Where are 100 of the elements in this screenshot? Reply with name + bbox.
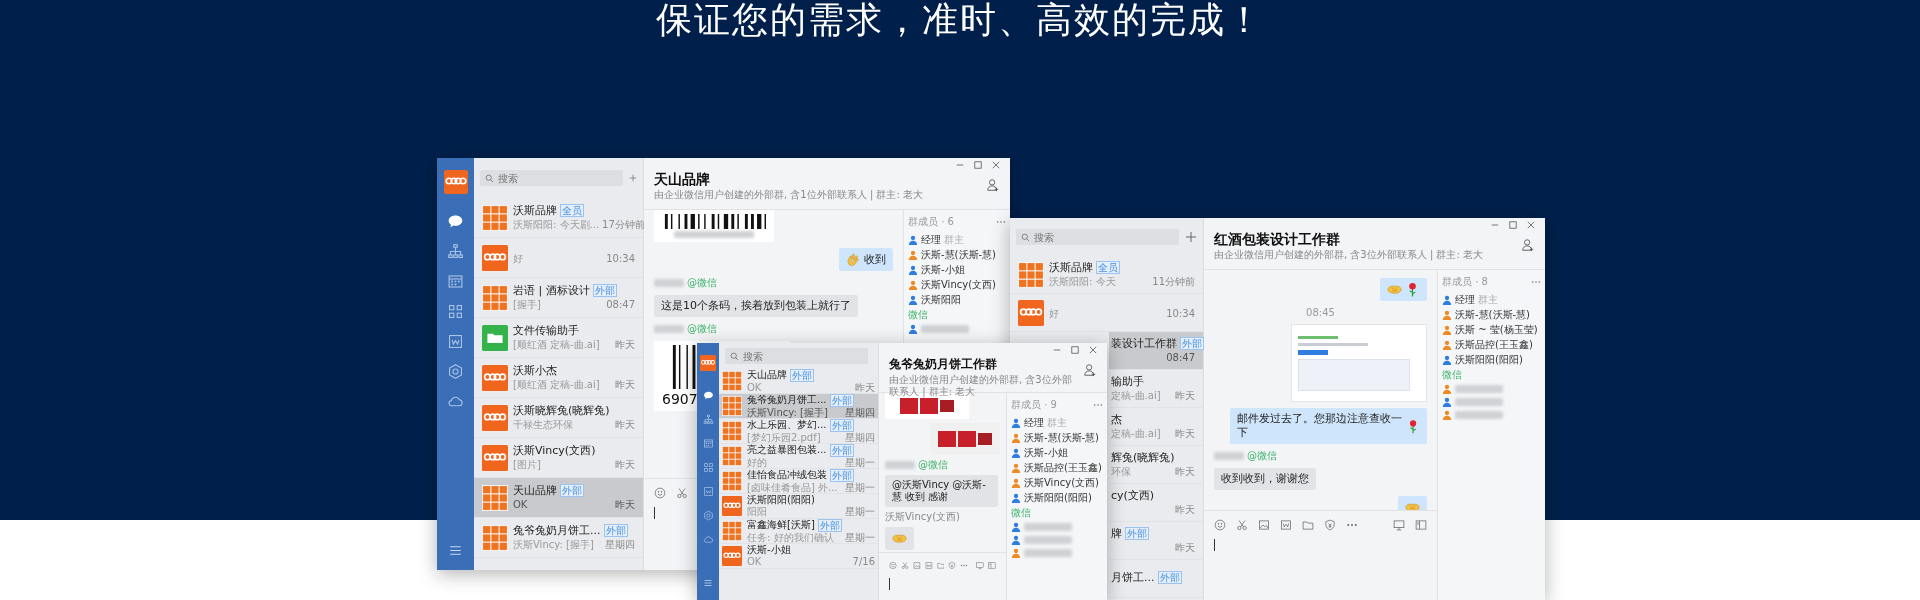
hexagon-icon[interactable] bbox=[447, 363, 464, 380]
conversation-item[interactable]: 沃斯晓辉兔(晓辉兔) 千禄生态环保 昨天 bbox=[474, 398, 643, 438]
timestamp: 昨天 bbox=[1175, 389, 1195, 402]
conversation-item[interactable]: 沃斯小杰 [顺红酒 定稿-曲.ai] 昨天 bbox=[474, 358, 643, 398]
tag-label: 外部 bbox=[1125, 527, 1149, 540]
conversation-item[interactable]: 天山品牌 外部 OK 昨天 bbox=[474, 478, 643, 518]
maximize-icon[interactable] bbox=[974, 161, 982, 169]
message-preview: 好的 bbox=[747, 456, 767, 469]
conversation-item[interactable]: 输助手 定稿-曲.ai] 昨天 bbox=[1109, 370, 1203, 408]
conversation-item[interactable]: 文件传输助手 [顺红酒 定稿-曲.ai] 昨天 bbox=[474, 318, 643, 358]
tile-grid-icon bbox=[722, 396, 742, 416]
tag-label: 外部 bbox=[603, 524, 628, 537]
close-icon[interactable] bbox=[1089, 346, 1097, 354]
document-icon[interactable] bbox=[1280, 519, 1292, 531]
document-icon[interactable] bbox=[702, 486, 714, 497]
product-photo bbox=[930, 423, 1000, 455]
org-chart-icon[interactable] bbox=[447, 243, 464, 260]
screen-share-icon[interactable] bbox=[976, 561, 985, 570]
conversation-item[interactable]: 岩语 | 酒标设计 外部 [握手] 08:47 bbox=[474, 278, 643, 318]
member-count: 群成员 · 8 bbox=[1442, 276, 1488, 288]
grid-icon[interactable] bbox=[702, 462, 714, 473]
message-preview: 定稿-曲.ai] bbox=[1111, 427, 1161, 440]
add-member-icon[interactable] bbox=[1083, 363, 1097, 377]
menu-icon[interactable] bbox=[448, 543, 463, 558]
image-icon[interactable] bbox=[1258, 519, 1270, 531]
tag-label: 全员 bbox=[560, 204, 584, 217]
menu-icon[interactable] bbox=[703, 578, 713, 588]
timestamp: 10:34 bbox=[606, 252, 635, 265]
folder-icon[interactable] bbox=[1302, 519, 1314, 531]
message-text: 这是10个条码，挨着放到包装上就行了 bbox=[661, 299, 851, 313]
conversation-item[interactable]: 水上乐园、梦幻... 外部 [梦幻乐园2.pdf] 星期四 bbox=[719, 419, 878, 444]
emoji-icon[interactable] bbox=[889, 561, 897, 570]
chat-icon[interactable] bbox=[702, 390, 714, 401]
conversation-name: 岩语 | 酒标设计 bbox=[513, 284, 590, 297]
close-icon[interactable] bbox=[992, 161, 1000, 169]
add-member-icon[interactable] bbox=[1521, 238, 1535, 252]
org-chart-icon[interactable] bbox=[702, 414, 714, 425]
conversation-item[interactable]: 装设计工作群 外部 08:47 bbox=[1109, 332, 1203, 370]
screen-share-icon[interactable] bbox=[1393, 519, 1405, 531]
conversation-name: 亮之益暴图包装... bbox=[747, 444, 827, 456]
grid-icon[interactable] bbox=[447, 303, 464, 320]
conversation-item[interactable]: 沃斯品牌 全员 沃斯阳阳: 今天 11分钟前 bbox=[1010, 256, 1203, 294]
shield-icon[interactable] bbox=[948, 561, 957, 570]
conversation-item[interactable]: cy(文西) 昨天 bbox=[1109, 484, 1203, 522]
timestamp: 昨天 bbox=[615, 458, 635, 471]
conversation-item[interactable]: 沃斯-小姐 OK 7/16 bbox=[719, 544, 878, 569]
search-field[interactable]: 搜索 bbox=[480, 170, 623, 186]
search-field[interactable]: 搜索 bbox=[1016, 229, 1179, 245]
plus-icon[interactable] bbox=[1185, 231, 1197, 243]
message-preview: 定稿-曲.ai] bbox=[1111, 389, 1161, 402]
shield-icon[interactable] bbox=[1324, 519, 1336, 531]
side-panel-icon[interactable] bbox=[1415, 519, 1427, 531]
plus-icon[interactable] bbox=[629, 172, 637, 184]
timestamp: 昨天 bbox=[1175, 542, 1195, 554]
scissors-icon[interactable] bbox=[900, 561, 909, 570]
cloud-icon[interactable] bbox=[702, 534, 714, 545]
more-icon[interactable] bbox=[960, 561, 969, 570]
timestamp: 昨天 bbox=[615, 499, 635, 511]
source-label: @微信 bbox=[687, 323, 717, 335]
member-name: 沃斯-小姐 bbox=[921, 264, 965, 276]
emoji-icon[interactable] bbox=[654, 487, 666, 499]
more-icon[interactable] bbox=[1531, 280, 1541, 284]
conversation-item[interactable]: 杰 定稿-曲.ai] 昨天 bbox=[1109, 408, 1203, 446]
close-icon[interactable] bbox=[1527, 221, 1535, 229]
scissors-icon[interactable] bbox=[676, 487, 688, 499]
member-name: 沃斯阳阳(阳阳) bbox=[1024, 492, 1092, 504]
image-icon[interactable] bbox=[912, 561, 921, 570]
conversation-item[interactable]: 月饼工... 外部 bbox=[1109, 560, 1203, 598]
conversation-item[interactable]: 沃斯品牌 全员 沃斯阳阳: 今天剧... 17分钟前 bbox=[474, 198, 643, 238]
message-preview: 沃斯阳阳: 今天 bbox=[1049, 276, 1116, 288]
emoji-icon[interactable] bbox=[1214, 519, 1226, 531]
conversation-item[interactable]: 牌 外部 昨天 bbox=[1109, 522, 1203, 560]
more-icon[interactable] bbox=[996, 220, 1006, 224]
maximize-icon[interactable] bbox=[1071, 346, 1079, 354]
document-icon[interactable] bbox=[447, 333, 464, 350]
minimize-icon[interactable] bbox=[956, 161, 964, 169]
hexagon-icon[interactable] bbox=[702, 510, 714, 521]
tile-grid-icon bbox=[722, 446, 742, 466]
document-icon[interactable] bbox=[924, 561, 933, 570]
minimize-icon[interactable] bbox=[1491, 221, 1499, 229]
minimize-icon[interactable] bbox=[1053, 346, 1061, 354]
timestamp: 昨天 bbox=[615, 378, 635, 391]
side-panel-icon[interactable] bbox=[988, 561, 996, 570]
conversation-item[interactable]: 兔爷兔奶月饼工... 外部 沃斯Vincy: [握手] 星期四 bbox=[474, 518, 643, 558]
message-preview: 阳阳 bbox=[747, 506, 767, 518]
calendar-icon[interactable] bbox=[447, 273, 464, 290]
search-field[interactable]: 搜索 bbox=[725, 348, 868, 364]
folder-icon[interactable] bbox=[936, 561, 945, 570]
role-label: 群主 bbox=[1478, 294, 1498, 306]
more-icon[interactable] bbox=[1093, 403, 1103, 407]
chat-icon[interactable] bbox=[447, 213, 464, 230]
calendar-icon[interactable] bbox=[702, 438, 714, 449]
add-member-icon[interactable] bbox=[986, 178, 1000, 192]
conversation-name: 装设计工作群 bbox=[1111, 337, 1177, 350]
conversation-item[interactable]: 兔爷兔奶月饼工... 外部 沃斯Vincy: [握手] 星期四 bbox=[719, 394, 878, 419]
message-preview: [梦幻乐园2.pdf] bbox=[747, 431, 821, 444]
scissors-icon[interactable] bbox=[1236, 519, 1248, 531]
maximize-icon[interactable] bbox=[1509, 221, 1517, 229]
conversation-item[interactable]: 辉兔(晓辉兔) 环保 昨天 bbox=[1109, 446, 1203, 484]
chat-subtitle: 由企业微信用户创建的外部群, 含1位外部联系人 | 群主: 老大 bbox=[654, 189, 923, 200]
